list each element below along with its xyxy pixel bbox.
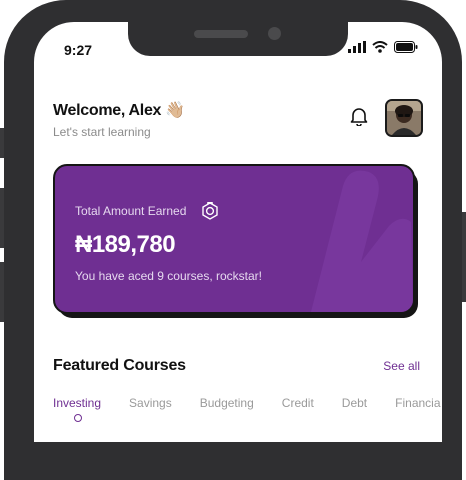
- speaker: [194, 30, 248, 38]
- side-button-power: [462, 212, 466, 302]
- wifi-icon: [372, 41, 388, 53]
- battery-icon: [394, 41, 418, 53]
- phone-frame: 9:27 Welcome, Alex 👋🏼 Let's start learni…: [0, 0, 466, 480]
- tab-credit[interactable]: Credit: [282, 396, 314, 410]
- tab-investing[interactable]: Investing: [53, 396, 101, 410]
- status-time: 9:27: [64, 42, 93, 58]
- tab-budgeting[interactable]: Budgeting: [200, 396, 254, 410]
- tab-savings[interactable]: Savings: [129, 396, 172, 410]
- notch: [128, 22, 348, 56]
- welcome-heading: Welcome, Alex 👋🏼: [53, 100, 185, 120]
- card-watermark: [311, 170, 413, 312]
- tab-debt[interactable]: Debt: [342, 396, 367, 410]
- signal-icon: [348, 41, 366, 53]
- tab-financial[interactable]: Financia: [395, 396, 440, 410]
- side-button-volume-up: [0, 188, 4, 248]
- front-camera: [268, 27, 281, 40]
- earnings-card[interactable]: Total Amount Earned ₦189,780 You have ac…: [53, 164, 415, 314]
- welcome-subtitle: Let's start learning: [53, 125, 151, 139]
- see-all-link[interactable]: See all: [383, 359, 420, 373]
- earnings-amount: ₦189,780: [75, 231, 176, 258]
- earnings-label: Total Amount Earned: [75, 204, 187, 218]
- avatar-photo: [387, 101, 421, 135]
- wave-emoji: 👋🏼: [165, 102, 185, 119]
- status-icons: [348, 41, 418, 53]
- greeting-text: Welcome, Alex: [53, 102, 162, 119]
- earnings-note: You have aced 9 courses, rockstar!: [75, 269, 262, 283]
- coin-icon: [202, 202, 218, 220]
- side-button-mute: [0, 128, 4, 158]
- course-category-tabs: Investing Savings Budgeting Credit Debt …: [53, 396, 442, 410]
- active-tab-indicator: [74, 414, 82, 422]
- phone-screen: 9:27 Welcome, Alex 👋🏼 Let's start learni…: [34, 22, 442, 442]
- avatar[interactable]: [385, 99, 423, 137]
- featured-courses-title: Featured Courses: [53, 357, 186, 374]
- bell-icon[interactable]: [350, 106, 368, 126]
- side-button-volume-down: [0, 262, 4, 322]
